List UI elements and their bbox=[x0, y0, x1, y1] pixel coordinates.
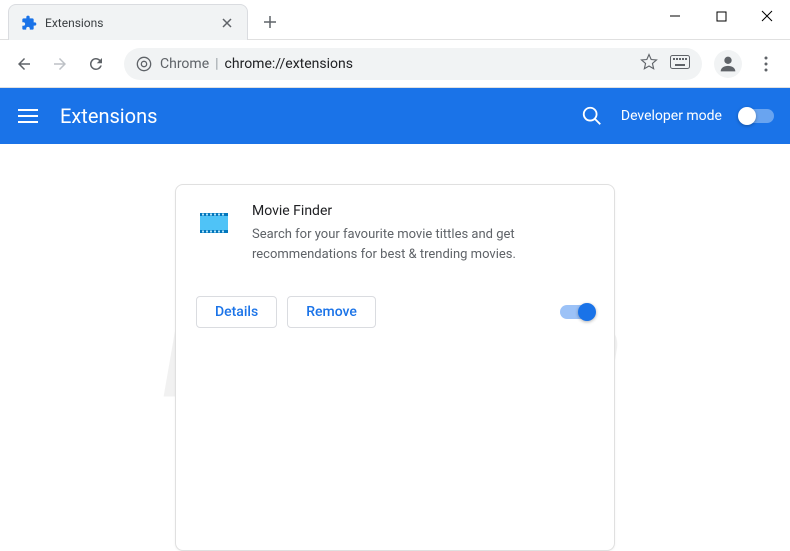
dots-vertical-icon bbox=[758, 56, 774, 72]
user-icon bbox=[717, 53, 739, 75]
minimize-button[interactable] bbox=[652, 0, 698, 32]
forward-button[interactable] bbox=[44, 48, 76, 80]
window-controls bbox=[652, 0, 790, 32]
browser-menu-button[interactable] bbox=[750, 48, 782, 80]
reload-icon bbox=[87, 55, 105, 73]
chrome-icon bbox=[136, 56, 152, 72]
address-bar[interactable]: Chrome | chrome://extensions bbox=[124, 48, 702, 80]
hamburger-icon bbox=[18, 109, 38, 123]
address-text: Chrome | chrome://extensions bbox=[160, 56, 353, 72]
developer-mode-toggle[interactable] bbox=[740, 109, 774, 123]
browser-toolbar: Chrome | chrome://extensions bbox=[0, 40, 790, 88]
keyboard-icon[interactable] bbox=[670, 54, 690, 73]
new-tab-button[interactable] bbox=[256, 8, 284, 36]
close-icon bbox=[761, 10, 773, 22]
extensions-content: pcrisk.com Movie Finder Search for your … bbox=[0, 144, 790, 551]
arrow-left-icon bbox=[15, 55, 33, 73]
film-icon bbox=[196, 205, 232, 241]
extensions-header: Extensions Developer mode bbox=[0, 88, 790, 144]
maximize-button[interactable] bbox=[698, 0, 744, 32]
star-icon[interactable] bbox=[640, 53, 658, 75]
user-avatar[interactable] bbox=[714, 50, 742, 78]
reload-button[interactable] bbox=[80, 48, 112, 80]
remove-button[interactable]: Remove bbox=[287, 296, 376, 328]
puzzle-icon bbox=[21, 15, 37, 31]
extension-description: Search for your favourite movie tittles … bbox=[252, 225, 594, 264]
details-button[interactable]: Details bbox=[196, 296, 277, 328]
search-icon bbox=[581, 105, 603, 127]
minimize-icon bbox=[669, 10, 681, 22]
tab-title: Extensions bbox=[45, 16, 211, 30]
search-button[interactable] bbox=[581, 105, 603, 127]
plus-icon bbox=[263, 15, 277, 29]
extension-name: Movie Finder bbox=[252, 203, 594, 219]
developer-mode-label: Developer mode bbox=[621, 108, 722, 124]
window-titlebar: Extensions bbox=[0, 0, 790, 40]
extension-card: Movie Finder Search for your favourite m… bbox=[175, 184, 615, 551]
close-window-button[interactable] bbox=[744, 0, 790, 32]
arrow-right-icon bbox=[51, 55, 69, 73]
back-button[interactable] bbox=[8, 48, 40, 80]
page-title: Extensions bbox=[60, 104, 157, 128]
extension-enable-toggle[interactable] bbox=[560, 305, 594, 319]
browser-tab[interactable]: Extensions bbox=[8, 4, 248, 40]
close-icon[interactable] bbox=[219, 15, 235, 31]
maximize-icon bbox=[716, 11, 727, 22]
hamburger-menu[interactable] bbox=[16, 104, 40, 128]
